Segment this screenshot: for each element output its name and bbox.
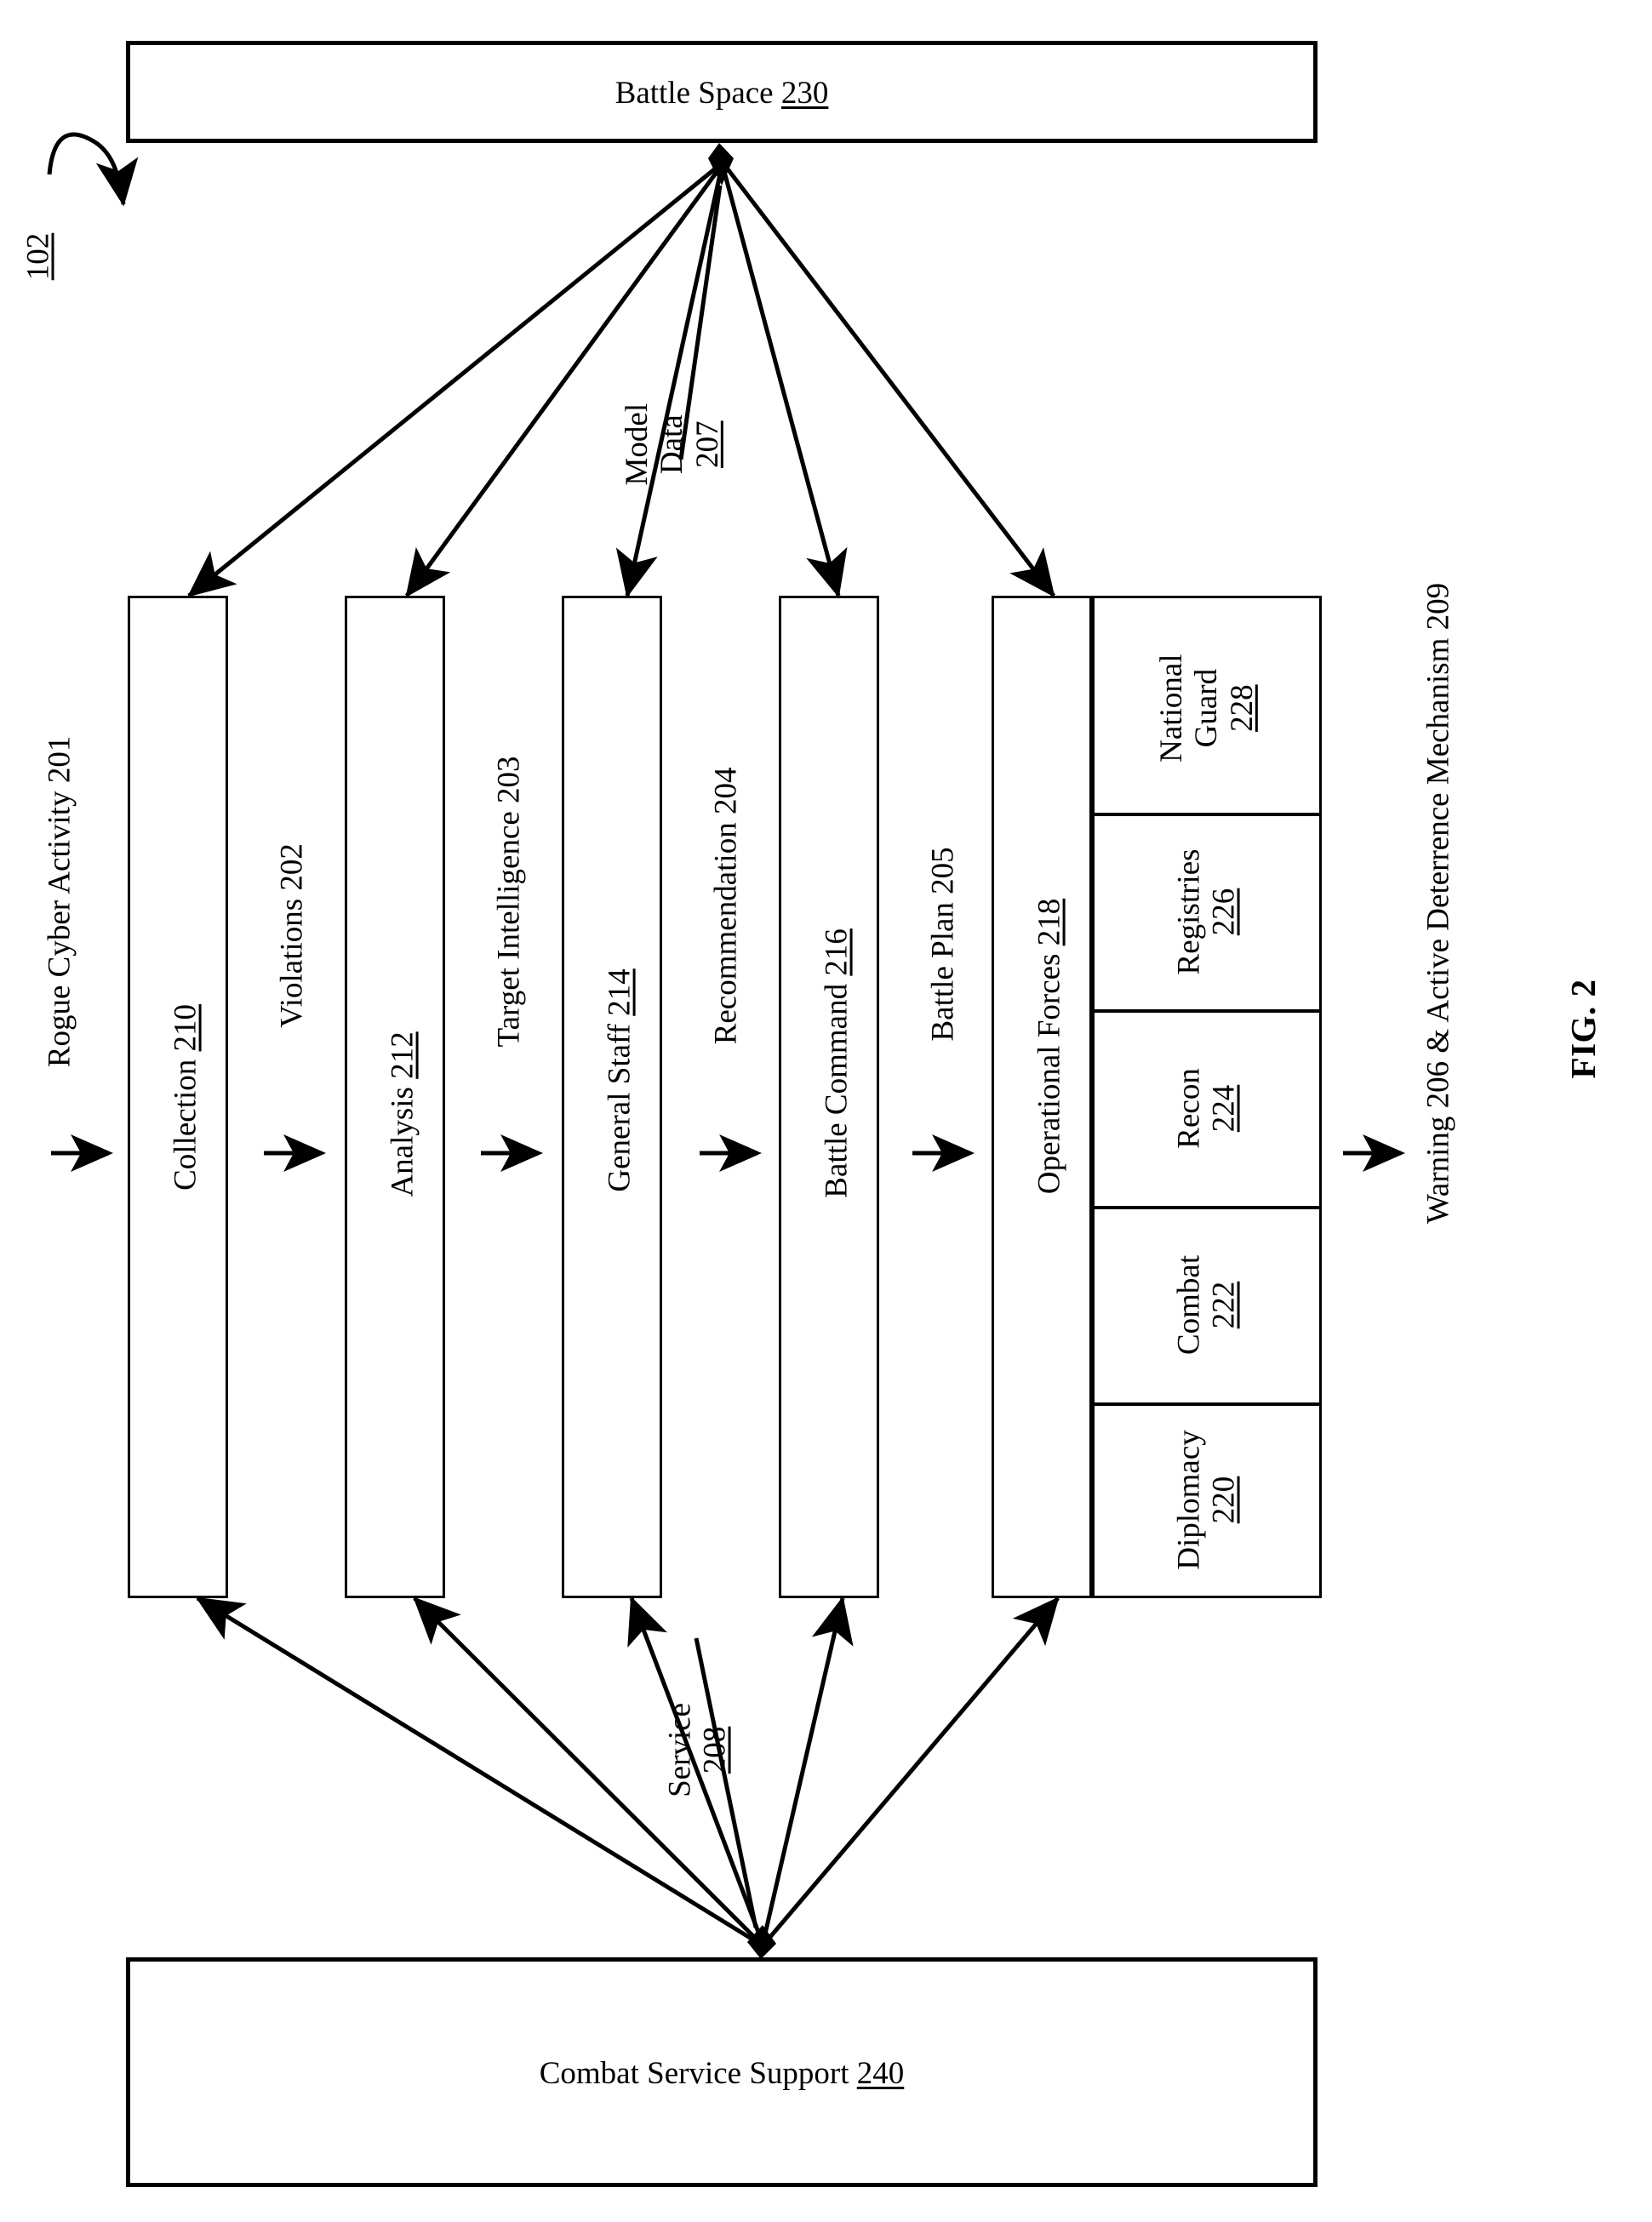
- op-cell-combat-ref: 222: [1207, 1281, 1242, 1329]
- op-cell-diplomacy-line1: Diplomacy: [1171, 1430, 1207, 1570]
- flow-label-recommendation: Recommendation 204: [708, 767, 744, 1045]
- stage-ref-analysis: 212: [385, 1031, 420, 1079]
- flow-label-battle-plan: Battle Plan 205: [925, 847, 961, 1042]
- stage-ref-operational-forces: 218: [1032, 898, 1067, 946]
- battle-space-fan-node: [708, 143, 734, 186]
- stage-label-battle-command: Battle Command 216: [819, 928, 855, 1198]
- flow-label-target-intelligence: Target Intelligence 203: [491, 756, 527, 1048]
- op-cell-label-diplomacy: Diplomacy 220: [1172, 1389, 1243, 1610]
- combat-service-support-label: Combat Service Support 240: [539, 2056, 905, 2091]
- service-ref: 208: [698, 1726, 733, 1774]
- model-data-label: Model Data 207: [620, 334, 725, 555]
- service-line1: Service: [662, 1702, 698, 1797]
- op-cell-ng-line1: National: [1153, 654, 1189, 763]
- op-cell-diplomacy-ref: 220: [1207, 1476, 1242, 1524]
- combat-service-support-ref: 240: [856, 2056, 905, 2091]
- op-cell-recon-ref: 224: [1207, 1084, 1242, 1133]
- patent-figure-page: Battle Space 230 102 Model Data 207 Rogu…: [0, 0, 1652, 2222]
- service-label: Service 208: [663, 1639, 734, 1860]
- model-data-line2: Data: [655, 414, 690, 475]
- op-cell-combat-line1: Combat: [1171, 1254, 1207, 1356]
- combat-support-fan-node: [747, 1925, 776, 1959]
- flow-label-violations: Violations 202: [274, 843, 310, 1028]
- model-data-line1: Model: [619, 403, 655, 486]
- stage-ref-collection: 210: [168, 1003, 203, 1052]
- op-cell-ng-line2: Guard: [1189, 668, 1225, 748]
- op-cell-registries-ref: 226: [1207, 888, 1242, 936]
- battlespace-to-operationalforces: [724, 165, 1055, 597]
- figure-label: FIG. 2: [1563, 979, 1603, 1079]
- op-cell-label-registries: Registries 226: [1172, 801, 1243, 1022]
- stage-label-operational-forces: Operational Forces 218: [1032, 898, 1067, 1195]
- system-ref-leader: [47, 132, 139, 207]
- op-cell-label-recon: Recon 224: [1172, 997, 1243, 1219]
- system-ref-102: 102: [20, 232, 56, 281]
- battle-space-ref: 230: [780, 76, 829, 111]
- flow-label-output: Warning 206 & Active Deterrence Mechanis…: [1420, 582, 1456, 1225]
- stage-label-general-staff: General Staff 214: [602, 968, 637, 1192]
- battle-space-label: Battle Space 230: [614, 76, 829, 111]
- model-data-ref: 207: [689, 420, 725, 468]
- stage-ref-battle-command: 216: [819, 928, 855, 976]
- stage-label-analysis: Analysis 212: [385, 1031, 420, 1197]
- stage-ref-general-staff: 214: [602, 968, 637, 1016]
- op-cell-registries-line1: Registries: [1171, 848, 1207, 975]
- op-cell-label-national-guard: National Guard 228: [1154, 597, 1260, 819]
- combatsupport-to-operationalforces: [763, 1597, 1060, 1945]
- flow-label-input: Rogue Cyber Activity 201: [42, 735, 77, 1068]
- op-cell-ng-ref: 228: [1224, 684, 1260, 732]
- op-cell-recon-line1: Recon: [1171, 1068, 1207, 1149]
- stage-label-collection: Collection 210: [168, 1003, 203, 1191]
- op-cell-label-combat: Combat 222: [1172, 1194, 1243, 1415]
- combatsupport-to-battlecommand: [761, 1596, 854, 1942]
- battlespace-to-battlecommand: [721, 168, 848, 598]
